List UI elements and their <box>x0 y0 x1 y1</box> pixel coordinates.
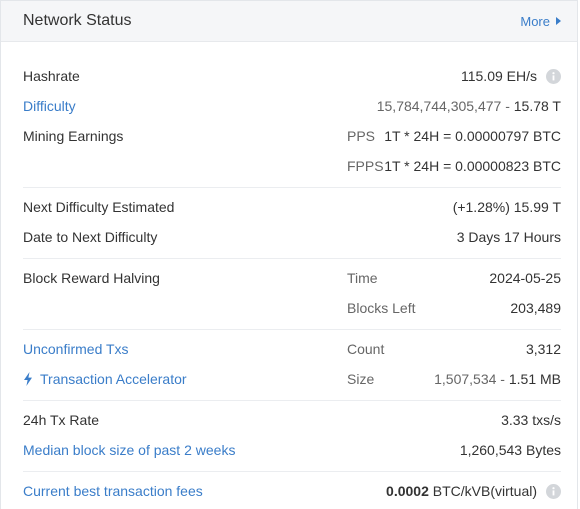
info-icon[interactable] <box>546 68 561 84</box>
difficulty-sep: - <box>501 98 514 114</box>
difficulty-row: Difficulty 15,784,744,305,477 - 15.78 T <box>23 96 561 116</box>
next-difficulty-row: Next Difficulty Estimated (+1.28%) 15.99… <box>23 197 561 217</box>
size-sep: - <box>496 371 509 387</box>
size-short: 1.51 MB <box>508 371 561 387</box>
unconfirmed-txs-link[interactable]: Unconfirmed Txs <box>23 341 129 357</box>
mining-earnings-label: Mining Earnings <box>23 128 124 144</box>
fpps-value: 1T * 24H = 0.00000823 BTC <box>384 158 561 174</box>
size-label: Size <box>347 371 375 387</box>
halving-row: Block Reward Halving Time 2024-05-25 <box>23 268 561 288</box>
date-next-difficulty-value: 3 Days 17 Hours <box>456 229 561 245</box>
difficulty-raw: 15,784,744,305,477 <box>376 98 502 114</box>
lightning-bolt-icon <box>24 372 32 386</box>
hashrate-value: 115.09 EH/s <box>460 68 537 84</box>
fees-value-group: 0.0002 BTC/kVB(virtual) <box>386 483 561 499</box>
divider <box>23 471 561 472</box>
tx-rate-row: 24h Tx Rate 3.33 txs/s <box>23 410 561 430</box>
blocks-left-row: Blocks Left 203,489 <box>23 298 561 318</box>
size-raw: 1,507,534 <box>434 371 497 387</box>
halving-label: Block Reward Halving <box>23 270 160 286</box>
network-status-panel: Network Status More Hashrate 115.09 EH/s… <box>0 0 578 509</box>
median-block-link[interactable]: Median block size of past 2 weeks <box>23 442 235 458</box>
panel-header: Network Status More <box>1 1 577 42</box>
count-label: Count <box>347 341 385 357</box>
divider <box>23 187 561 188</box>
median-block-row: Median block size of past 2 weeks 1,260,… <box>23 440 561 460</box>
best-fees-link[interactable]: Current best transaction fees <box>23 483 203 499</box>
divider <box>23 329 561 330</box>
hashrate-row: Hashrate 115.09 EH/s <box>23 66 561 86</box>
difficulty-value-group: 15,784,744,305,477 - 15.78 T <box>377 98 561 114</box>
halving-time-value: 2024-05-25 <box>489 270 561 286</box>
accelerator-row: Transaction Accelerator Size 1,507,534 -… <box>23 369 561 389</box>
divider <box>23 258 561 259</box>
panel-title: Network Status <box>23 12 132 29</box>
fees-unit: BTC/kVB(virtual) <box>428 483 537 499</box>
tx-rate-value: 3.33 txs/s <box>501 412 561 428</box>
pps-label: PPS <box>347 128 376 144</box>
blocks-left-value: 203,489 <box>510 300 561 316</box>
transaction-accelerator-link[interactable]: Transaction Accelerator <box>23 371 187 387</box>
count-value: 3,312 <box>525 341 561 357</box>
hashrate-value-group: 115.09 EH/s <box>461 68 561 84</box>
tx-rate-label: 24h Tx Rate <box>23 412 100 428</box>
pps-value: 1T * 24H = 0.00000797 BTC <box>384 128 561 144</box>
blocks-left-label: Blocks Left <box>347 300 416 316</box>
hashrate-label: Hashrate <box>23 68 80 84</box>
median-block-value: 1,260,543 Bytes <box>459 442 561 458</box>
unconfirmed-row: Unconfirmed Txs Count 3,312 <box>23 339 561 359</box>
fees-row: Current best transaction fees 0.0002 BTC… <box>23 481 561 501</box>
next-difficulty-value: (+1.28%) 15.99 T <box>452 199 561 215</box>
fees-value: 0.0002 <box>386 483 429 499</box>
more-link[interactable]: More <box>520 14 561 29</box>
mining-earnings-row: Mining Earnings PPS 1T * 24H = 0.0000079… <box>23 126 561 146</box>
info-icon[interactable] <box>546 483 561 499</box>
size-value-group: 1,507,534 - 1.51 MB <box>434 371 561 387</box>
difficulty-link[interactable]: Difficulty <box>23 98 76 114</box>
next-difficulty-label: Next Difficulty Estimated <box>23 199 175 215</box>
date-next-difficulty-label: Date to Next Difficulty <box>23 229 158 245</box>
fpps-label: FPPS <box>347 158 384 174</box>
caret-right-icon <box>556 17 561 25</box>
date-next-difficulty-row: Date to Next Difficulty 3 Days 17 Hours <box>23 227 561 247</box>
difficulty-short: 15.78 T <box>513 98 561 114</box>
transaction-accelerator-label: Transaction Accelerator <box>40 371 187 387</box>
fpps-row: FPPS 1T * 24H = 0.00000823 BTC <box>23 156 561 176</box>
divider <box>23 400 561 401</box>
more-label: More <box>520 13 550 29</box>
halving-time-label: Time <box>347 270 378 286</box>
